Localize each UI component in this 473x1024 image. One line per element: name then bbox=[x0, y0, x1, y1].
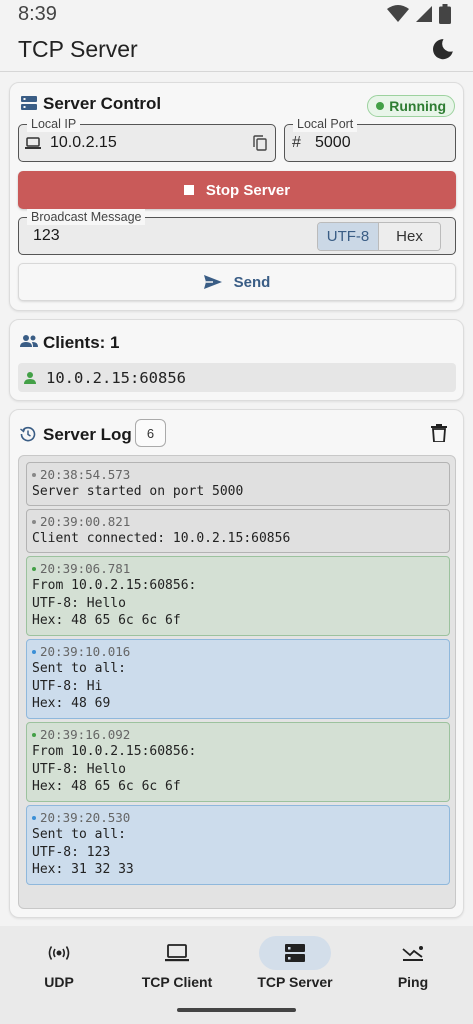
log-line: Server started on port 5000 bbox=[32, 484, 244, 499]
log-timestamp: 20:39:06.781 bbox=[40, 561, 131, 576]
log-entry: 20:39:20.530 Sent to all: UTF-8: 123 Hex… bbox=[26, 805, 450, 885]
nav-item-tcp-server[interactable]: TCP Server bbox=[236, 934, 354, 994]
log-line: UTF-8: Hello bbox=[32, 595, 126, 611]
client-address: 10.0.2.15:60856 bbox=[46, 368, 186, 387]
status-bar: 8:39 bbox=[0, 0, 473, 28]
log-line: Sent to all: bbox=[32, 827, 126, 842]
copy-icon[interactable] bbox=[253, 135, 267, 151]
cell-signal-icon bbox=[416, 6, 432, 22]
status-badge-label: Running bbox=[389, 98, 446, 114]
nav-label-udp: UDP bbox=[44, 974, 74, 990]
app-bar: TCP Server bbox=[0, 28, 473, 72]
send-label: Send bbox=[233, 273, 271, 291]
nav-item-ping[interactable]: Ping bbox=[354, 934, 472, 994]
log-entry: 20:39:06.781 From 10.0.2.15:60856: UTF-8… bbox=[26, 556, 450, 636]
encoding-toggle: UTF-8 Hex bbox=[317, 222, 441, 251]
wifi-icon bbox=[387, 5, 409, 22]
log-line: UTF-8: 123 bbox=[32, 844, 111, 860]
server-icon bbox=[285, 944, 305, 962]
send-icon bbox=[203, 275, 222, 289]
log-count-badge: 6 bbox=[135, 419, 166, 447]
status-time: 8:39 bbox=[18, 3, 57, 25]
nav-item-udp[interactable]: UDP bbox=[0, 934, 118, 994]
local-ip-label: Local IP bbox=[27, 116, 81, 132]
history-icon bbox=[20, 426, 36, 442]
log-timestamp: 20:39:16.092 bbox=[40, 727, 131, 742]
log-timestamp: 20:39:10.016 bbox=[40, 644, 131, 659]
server-log-title: Server Log bbox=[43, 425, 132, 444]
person-icon bbox=[24, 371, 36, 384]
log-line: Hex: 48 65 6c 6c 6f bbox=[32, 613, 181, 628]
dark-mode-icon[interactable] bbox=[431, 37, 455, 61]
laptop-icon bbox=[165, 944, 189, 962]
local-port-label: Local Port bbox=[293, 116, 358, 132]
log-line: UTF-8: Hello bbox=[32, 761, 126, 777]
log-entry: 20:39:00.821 Client connected: 10.0.2.15… bbox=[26, 509, 450, 553]
log-dot bbox=[32, 649, 36, 654]
clients-card: Clients: 1 10.0.2.15:60856 bbox=[9, 319, 464, 401]
people-icon bbox=[20, 335, 38, 347]
nav-label-ping: Ping bbox=[397, 974, 429, 990]
log-dot bbox=[32, 519, 36, 524]
log-entry: 20:39:16.092 From 10.0.2.15:60856: UTF-8… bbox=[26, 722, 450, 802]
log-timestamp: 20:39:00.821 bbox=[40, 514, 131, 529]
broadcast-message-field[interactable]: Broadcast Message 123 UTF-8 Hex bbox=[18, 209, 456, 255]
broadcast-icon bbox=[48, 946, 70, 960]
log-line: UTF-8: Hi bbox=[32, 678, 103, 694]
server-log-card: Server Log 6 20:38:54.573 Server started… bbox=[9, 409, 464, 918]
nav-label-tcp-client: TCP Client bbox=[141, 974, 213, 990]
hash-icon: # bbox=[292, 134, 301, 151]
encoding-utf8-option[interactable]: UTF-8 bbox=[318, 223, 379, 250]
send-button[interactable]: Send bbox=[18, 263, 456, 301]
log-dot bbox=[32, 815, 36, 820]
stop-server-label: Stop Server bbox=[205, 181, 291, 199]
log-count: 6 bbox=[146, 425, 155, 441]
ping-icon bbox=[402, 946, 423, 961]
stop-server-button[interactable]: Stop Server bbox=[18, 171, 456, 209]
log-list[interactable]: 20:38:54.573 Server started on port 5000… bbox=[18, 455, 456, 909]
log-dot bbox=[32, 566, 36, 571]
stop-icon bbox=[183, 185, 194, 195]
log-entry: 20:39:10.016 Sent to all: UTF-8: Hi Hex:… bbox=[26, 639, 450, 719]
local-ip-value: 10.0.2.15 bbox=[50, 134, 117, 151]
log-line: From 10.0.2.15:60856: bbox=[32, 744, 197, 759]
battery-icon bbox=[439, 4, 451, 24]
server-icon bbox=[21, 96, 37, 110]
status-dot bbox=[376, 102, 385, 110]
laptop-icon bbox=[25, 137, 41, 149]
delete-icon[interactable] bbox=[431, 424, 447, 442]
log-timestamp: 20:39:20.530 bbox=[40, 810, 131, 825]
local-port-value: 5000 bbox=[315, 134, 351, 151]
client-item[interactable]: 10.0.2.15:60856 bbox=[18, 363, 456, 392]
log-dot bbox=[32, 732, 36, 737]
status-icons bbox=[387, 4, 451, 24]
log-timestamp: 20:38:54.573 bbox=[40, 467, 131, 482]
encoding-hex-option[interactable]: Hex bbox=[379, 223, 440, 250]
status-badge: Running bbox=[367, 95, 455, 117]
nav-item-tcp-client[interactable]: TCP Client bbox=[118, 934, 236, 994]
log-line: Hex: 31 32 33 bbox=[32, 862, 134, 877]
log-line: Hex: 48 69 bbox=[32, 696, 111, 711]
log-line: Client connected: 10.0.2.15:60856 bbox=[32, 531, 291, 546]
log-entry: 20:38:54.573 Server started on port 5000 bbox=[26, 462, 450, 506]
log-line: From 10.0.2.15:60856: bbox=[32, 578, 197, 593]
log-dot bbox=[32, 472, 36, 477]
log-line: Sent to all: bbox=[32, 661, 126, 676]
broadcast-message-label: Broadcast Message bbox=[27, 209, 146, 225]
server-control-card: Server Control Running Local IP 10.0.2.1… bbox=[9, 82, 464, 311]
local-port-field[interactable]: Local Port # 5000 bbox=[284, 116, 456, 162]
local-ip-field[interactable]: Local IP 10.0.2.15 bbox=[18, 116, 276, 162]
server-control-title: Server Control bbox=[43, 94, 162, 113]
log-line: Hex: 48 65 6c 6c 6f bbox=[32, 779, 181, 794]
broadcast-message-value: 123 bbox=[33, 227, 60, 244]
page-title: TCP Server bbox=[18, 36, 138, 62]
nav-label-tcp-server: TCP Server bbox=[257, 974, 333, 990]
clients-title: Clients: 1 bbox=[43, 333, 120, 352]
home-indicator[interactable] bbox=[177, 1008, 296, 1012]
